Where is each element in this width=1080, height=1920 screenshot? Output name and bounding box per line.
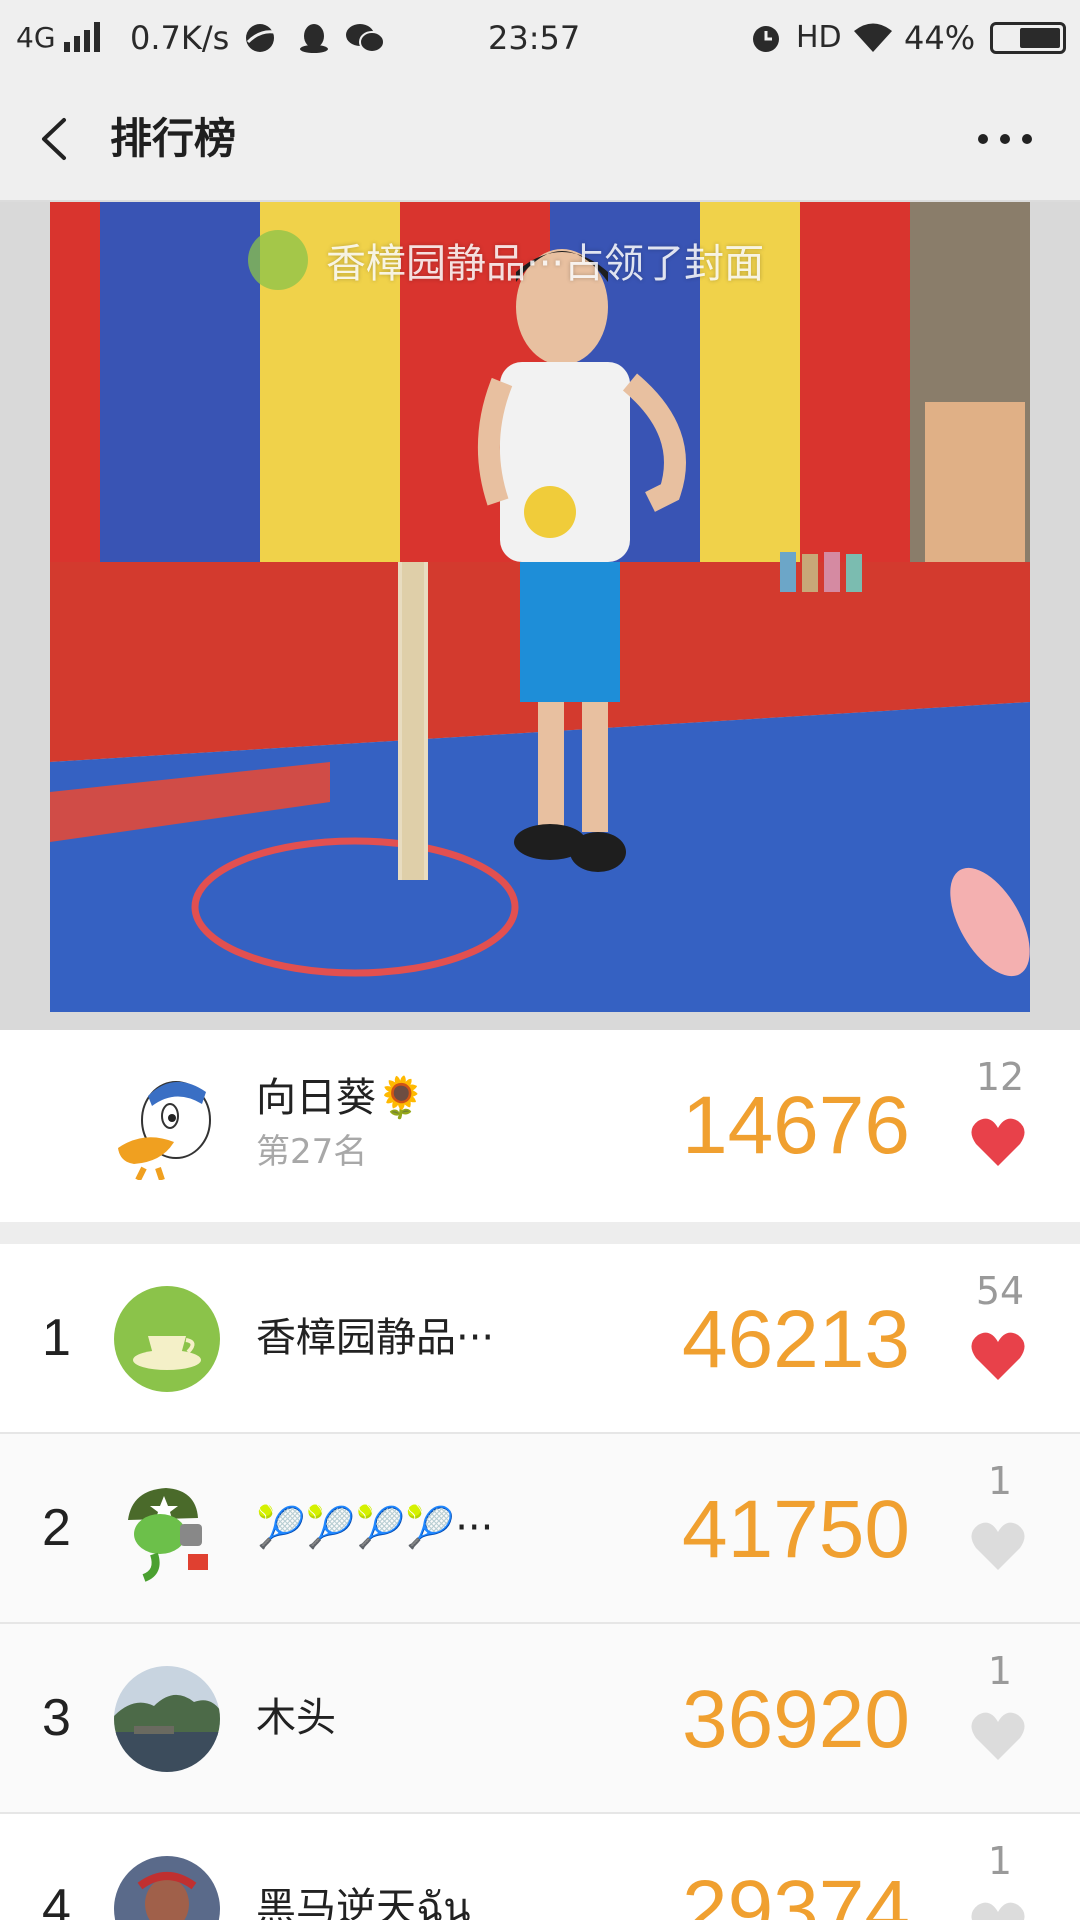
my-name: 向日葵🌻 [256, 1075, 426, 1121]
app-notification-icon [246, 24, 275, 52]
app-header: 排行榜 [0, 76, 1080, 202]
like-count: 54 [975, 1269, 1025, 1313]
page-title: 排行榜 [110, 114, 237, 163]
rank-number: 1 [42, 1309, 71, 1367]
like-count: 1 [987, 1839, 1013, 1883]
user-avatar [128, 1488, 208, 1582]
rank-number: 4 [42, 1879, 71, 1920]
like-heart-icon[interactable] [970, 1520, 1026, 1572]
step-count: 46213 [681, 1294, 910, 1385]
rank-number: 2 [42, 1499, 71, 1557]
my-like-heart-icon[interactable] [970, 1116, 1026, 1168]
step-count: 41750 [681, 1484, 910, 1575]
hd-indicator: HD [796, 20, 842, 55]
battery-percent: 44% [904, 19, 976, 57]
user-name: 香樟园静品··· [256, 1315, 495, 1361]
step-count: 36920 [681, 1674, 910, 1765]
user-name: 黑马逆天ฉัน [256, 1885, 471, 1920]
battery-icon [990, 22, 1066, 54]
network-type: 4G [16, 21, 56, 54]
section-divider [0, 1222, 1080, 1244]
my-like-count: 12 [975, 1055, 1025, 1099]
ranking-row-3[interactable]: 3 木头 36920 1 [0, 1624, 1080, 1814]
my-rank-position: 第27名 [256, 1132, 368, 1172]
my-rank-row[interactable]: 向日葵🌻 第27名 14676 12 [0, 1030, 1080, 1222]
clock: 23:57 [488, 19, 581, 57]
wechat-icon [346, 24, 385, 53]
step-count: 29374 [681, 1864, 910, 1920]
cover-caption: 香樟园静品···占领了封面 [248, 228, 764, 292]
like-count: 1 [987, 1649, 1013, 1693]
user-avatar [114, 1856, 220, 1920]
cover-section: 香樟园静品···占领了封面 [0, 202, 1080, 1030]
ranking-row-4[interactable]: 4 黑马逆天ฉัน 29374 1 [0, 1814, 1080, 1920]
my-step-count: 14676 [681, 1080, 910, 1171]
user-name: 木头 [256, 1695, 336, 1741]
signal-icon [64, 22, 110, 52]
alarm-icon [753, 26, 779, 52]
rank-number: 3 [42, 1689, 71, 1747]
more-options-button[interactable] [975, 116, 1035, 162]
like-heart-icon[interactable] [970, 1710, 1026, 1762]
like-heart-icon[interactable] [970, 1900, 1026, 1920]
user-name: 🎾🎾🎾🎾··· [256, 1505, 494, 1551]
qq-icon [300, 24, 328, 53]
user-avatar [114, 1666, 220, 1772]
my-avatar [118, 1081, 211, 1180]
like-count: 1 [987, 1459, 1013, 1503]
cover-owner-avatar [248, 230, 308, 290]
network-speed: 0.7K/s [130, 19, 230, 57]
ranking-row-2[interactable]: 2 🎾🎾🎾🎾··· 41750 1 [0, 1434, 1080, 1624]
user-avatar [114, 1286, 220, 1392]
like-heart-icon[interactable] [970, 1330, 1026, 1382]
back-button[interactable] [30, 106, 90, 172]
ranking-row-1[interactable]: 1 香樟园静品··· 46213 54 [0, 1244, 1080, 1434]
wifi-icon [854, 23, 892, 52]
cover-photo[interactable] [50, 202, 1030, 1012]
cover-caption-text: 香樟园静品···占领了封面 [326, 241, 765, 287]
status-bar: 4G 0.7K/s 23:57 HD 44% [0, 0, 1080, 76]
